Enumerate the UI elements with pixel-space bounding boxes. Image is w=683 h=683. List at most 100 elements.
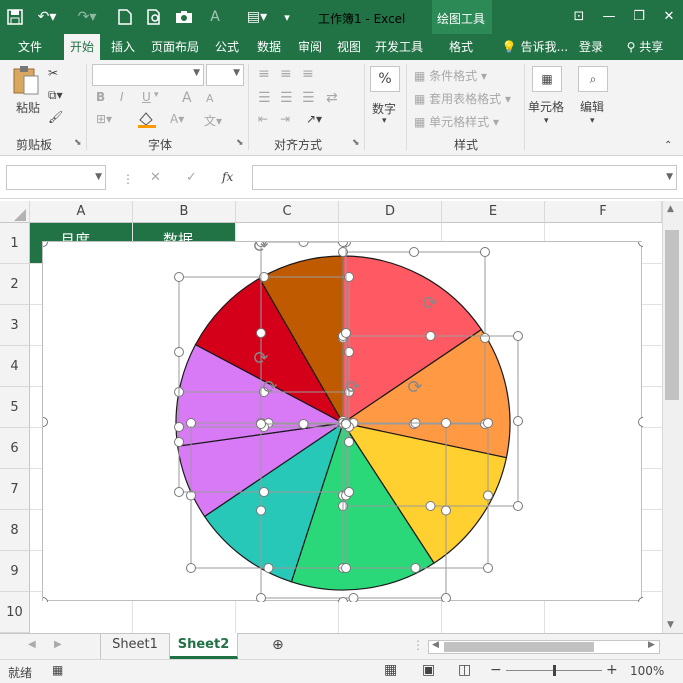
editing-dropdown-icon[interactable]: ▾ — [590, 116, 595, 126]
tab-format[interactable]: 格式 — [436, 34, 486, 60]
resize-handle[interactable] — [425, 331, 436, 341]
column-header[interactable]: D — [339, 201, 442, 223]
new-file-icon[interactable] — [114, 6, 136, 28]
chart-resize-handle[interactable] — [638, 597, 644, 603]
resize-handle[interactable] — [410, 563, 421, 573]
resize-handle[interactable] — [513, 501, 523, 511]
vertical-scroll-thumb[interactable] — [665, 230, 679, 400]
increase-indent-icon[interactable]: ⇥ — [280, 112, 290, 126]
row-header[interactable]: 3 — [0, 305, 30, 346]
camera-icon[interactable] — [172, 6, 196, 28]
editing-button[interactable]: 编辑 — [580, 98, 604, 115]
format-painter-icon[interactable]: 🖌 — [48, 110, 70, 128]
chart-area[interactable]: ⟳ ⟳ ⟳ ⟳ ⟳ ⟳ — [42, 241, 643, 602]
font-launcher-icon[interactable]: ⬊ — [236, 138, 244, 148]
orientation-icon[interactable]: ↗▾ — [306, 112, 322, 126]
resize-handle[interactable] — [341, 328, 351, 338]
align-right-icon[interactable]: ☰ — [302, 90, 315, 106]
resize-handle[interactable] — [513, 416, 523, 426]
resize-handle[interactable] — [441, 505, 451, 516]
tab-file[interactable]: 文件 — [8, 34, 52, 60]
column-header[interactable]: B — [133, 201, 236, 223]
sheet-tab[interactable]: Sheet1 — [100, 633, 170, 659]
select-all-corner[interactable] — [0, 201, 30, 223]
underline-button[interactable]: U — [142, 90, 151, 104]
add-sheet-icon[interactable]: ⊕ — [272, 637, 284, 653]
resize-handle[interactable] — [256, 505, 266, 516]
wrap-text-icon[interactable]: ⇄ — [326, 90, 338, 106]
font-color-icon[interactable]: A — [204, 6, 226, 28]
resize-handle[interactable] — [263, 563, 274, 573]
align-top-icon[interactable]: ≡ — [258, 66, 270, 82]
macro-record-icon[interactable]: ▦ — [52, 663, 63, 677]
row-header[interactable]: 5 — [0, 387, 30, 428]
column-header[interactable]: F — [545, 201, 662, 223]
chart-resize-handle[interactable] — [638, 417, 644, 427]
copy-icon[interactable]: ⧉▾ — [48, 88, 76, 106]
tab-page-layout[interactable]: 页面布局 — [146, 34, 204, 60]
customize-qat-icon[interactable]: ▾ — [280, 6, 294, 28]
chart-resize-handle[interactable] — [43, 417, 48, 427]
resize-handle[interactable] — [186, 563, 196, 573]
borders-icon[interactable]: ⊞▾ — [96, 112, 112, 126]
bold-button[interactable]: B — [96, 90, 105, 104]
resize-handle[interactable] — [256, 419, 266, 429]
resize-handle[interactable] — [409, 247, 419, 257]
row-header[interactable]: 9 — [0, 551, 30, 592]
font-size-combo[interactable]: ▼ — [206, 64, 244, 86]
resize-handle[interactable] — [256, 328, 266, 338]
resize-handle[interactable] — [298, 419, 309, 429]
resize-handle[interactable] — [344, 437, 354, 447]
resize-handle[interactable] — [483, 418, 493, 428]
resize-handle[interactable] — [441, 593, 451, 603]
resize-handle[interactable] — [513, 331, 523, 341]
save-icon[interactable] — [4, 6, 26, 28]
zoom-out-icon[interactable]: − — [490, 662, 502, 678]
resize-handle[interactable] — [480, 247, 490, 257]
paste-format-icon[interactable]: ▤▾ — [242, 6, 272, 28]
tab-review[interactable]: 审阅 — [292, 34, 328, 60]
italic-button[interactable]: I — [120, 90, 124, 104]
row-header[interactable]: 7 — [0, 469, 30, 510]
rotation-handle-icon[interactable]: ⟳ — [262, 377, 277, 398]
resize-handle[interactable] — [174, 422, 184, 432]
resize-handle[interactable] — [341, 419, 351, 429]
zoom-slider-thumb[interactable] — [553, 665, 556, 676]
row-header[interactable]: 8 — [0, 510, 30, 551]
resize-handle[interactable] — [298, 242, 309, 247]
print-preview-icon[interactable] — [144, 6, 166, 28]
enter-icon[interactable]: ✓ — [186, 170, 197, 185]
resize-handle[interactable] — [174, 272, 184, 282]
tab-data[interactable]: 数据 — [250, 34, 288, 60]
paste-button[interactable]: 粘贴 — [10, 64, 46, 120]
search-icon[interactable]: ⌕ — [578, 66, 608, 92]
decrease-font-button[interactable]: A — [206, 92, 214, 105]
row-header[interactable]: 10 — [0, 592, 30, 633]
cut-icon[interactable]: ✂ — [48, 66, 70, 84]
column-header[interactable]: C — [236, 201, 339, 223]
increase-font-button[interactable]: A — [182, 90, 192, 106]
tab-view[interactable]: 视图 — [332, 34, 366, 60]
rotation-handle-icon[interactable]: ⟳ — [407, 377, 422, 398]
underline-dropdown-icon[interactable]: ▾ — [154, 90, 159, 100]
pie-shapes[interactable]: ⟳ ⟳ ⟳ ⟳ ⟳ ⟳ — [43, 242, 643, 602]
fill-color-icon[interactable] — [136, 110, 158, 131]
tab-split-handle[interactable]: ⋮ — [412, 638, 424, 652]
formula-bar-handle[interactable]: ⋮ — [122, 172, 134, 186]
minimize-button[interactable]: — — [598, 6, 620, 28]
align-left-icon[interactable]: ☰ — [258, 90, 271, 106]
page-layout-view-icon[interactable]: ▣ — [422, 662, 435, 678]
collapse-ribbon-icon[interactable]: ⌃ — [664, 140, 672, 151]
redo-icon[interactable]: ↷▾ — [72, 6, 102, 28]
resize-handle[interactable] — [483, 490, 493, 501]
normal-view-icon[interactable]: ▦ — [384, 662, 397, 678]
zoom-in-icon[interactable]: + — [606, 662, 618, 678]
resize-handle[interactable] — [174, 347, 184, 357]
column-header[interactable]: A — [30, 201, 133, 223]
next-sheet-icon[interactable]: ▶ — [54, 639, 62, 650]
scroll-up-icon[interactable]: ▲ — [667, 204, 674, 214]
formula-input[interactable]: ▼ — [252, 165, 677, 190]
row-header[interactable]: 4 — [0, 346, 30, 387]
number-format-button[interactable]: % — [370, 66, 400, 92]
cells-dropdown-icon[interactable]: ▾ — [544, 116, 549, 126]
